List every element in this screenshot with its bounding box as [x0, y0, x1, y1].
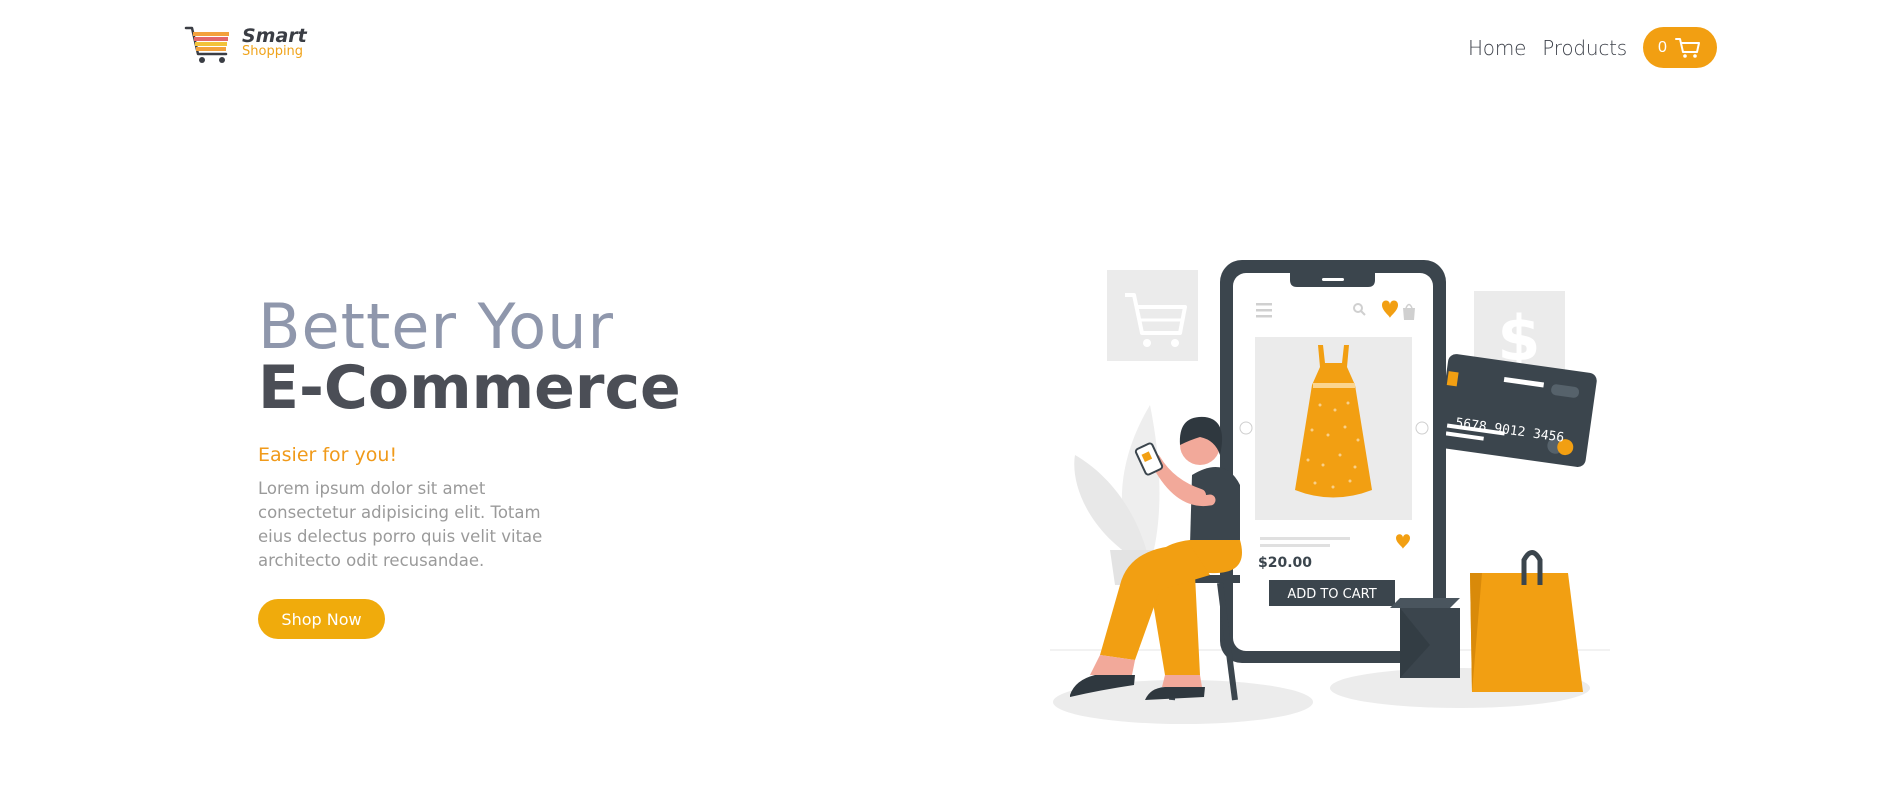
- brand-name: Smart: [242, 25, 307, 47]
- site-header: Smart Shopping Home Products 0: [0, 0, 1902, 100]
- cart-button[interactable]: 0: [1643, 27, 1717, 68]
- shop-now-button[interactable]: Shop Now: [258, 599, 385, 639]
- cart-count: 0: [1658, 38, 1667, 56]
- add-to-cart-label: ADD TO CART: [1287, 587, 1376, 602]
- hero-tagline: Easier for you!: [258, 444, 398, 466]
- main-nav: Home Products 0: [1468, 27, 1717, 68]
- shopping-illustration: $ 5678 9012 3456 $20.00 ADD TO CART: [1050, 260, 1610, 724]
- cart-icon: [1674, 37, 1700, 58]
- brand-subtitle: Shopping: [242, 44, 304, 59]
- nav-products-link[interactable]: Products: [1542, 36, 1627, 60]
- shopping-cart-icon: [1107, 270, 1198, 361]
- shopping-cart-logo-icon: [184, 26, 229, 63]
- product-price: $20.00: [1258, 555, 1312, 571]
- nav-home-link[interactable]: Home: [1468, 36, 1526, 60]
- hero-title-line2: E-Commerce: [258, 353, 681, 423]
- hero-description: Lorem ipsum dolor sit amet consectetur a…: [258, 479, 543, 570]
- menu-icon: [1256, 303, 1272, 318]
- logo[interactable]: Smart Shopping: [184, 24, 309, 68]
- bag-icon: [1403, 308, 1415, 320]
